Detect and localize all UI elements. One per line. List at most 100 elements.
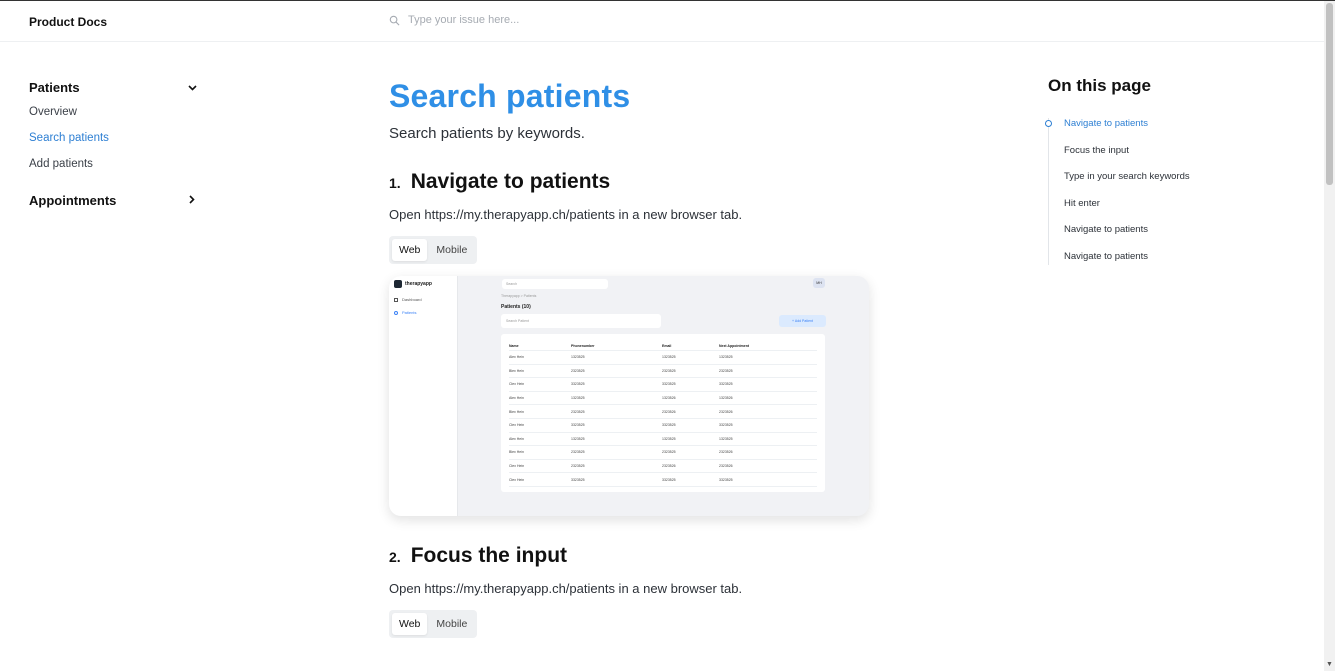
mock-table-cell: 2323525 <box>571 464 585 469</box>
mock-table-cell: 2323526 <box>662 464 676 469</box>
sidebar-section-patients[interactable]: Patients <box>29 80 199 95</box>
mock-table-row: Clex Hein 3323525 3323525 3323525 <box>509 378 817 392</box>
mock-table-row: Alex Hein 1323525 1323526 1323526 <box>509 392 817 406</box>
mock-table-cell: 1323525 <box>719 355 733 360</box>
platform-tabs: Web Mobile <box>389 610 478 638</box>
mock-search-patient: Search Patient <box>501 314 661 328</box>
toc-item-navigate-to-patients[interactable]: Navigate to patients <box>1049 251 1248 265</box>
step-heading: 2. Focus the input <box>389 544 869 568</box>
docs-sidebar: Patients Overview Search patients Add pa… <box>29 80 199 208</box>
mock-table-cell: 3323525 <box>719 423 733 428</box>
mock-table-cell: 3323525 <box>719 477 733 482</box>
table-of-contents: On this page Navigate to patients Focus … <box>1045 76 1248 265</box>
toc-item-label[interactable]: Navigate to patients <box>1064 224 1148 235</box>
step-heading: 1. Navigate to patients <box>389 170 869 194</box>
toc-item-type-keywords[interactable]: Type in your search keywords <box>1049 171 1248 198</box>
mock-col-header: Email <box>662 343 672 348</box>
toc-item-navigate-to-patients[interactable]: Navigate to patients <box>1045 118 1248 145</box>
scrollbar-thumb[interactable] <box>1326 3 1333 185</box>
mock-table-cell: 2323526 <box>662 409 676 414</box>
toc-item-label[interactable]: Hit enter <box>1064 198 1100 209</box>
search-bar[interactable]: Type your issue here... <box>389 14 519 26</box>
mock-nav-label: Patients <box>402 310 417 315</box>
toc-list: Navigate to patients Focus the input Typ… <box>1045 118 1248 265</box>
mock-table-cell: 1323525 <box>571 436 585 441</box>
mock-heading: Patients (10) <box>501 304 531 310</box>
app-screenshot: therapyapp Dashboard Patients Search MH … <box>389 276 869 516</box>
scroll-down-arrow-icon[interactable]: ▼ <box>1326 661 1333 668</box>
sidebar-item-overview[interactable]: Overview <box>29 106 199 121</box>
mock-table-row: Clex Hein 2323525 2323526 2323526 <box>509 460 817 474</box>
mock-table-cell: Alex Hein <box>509 396 524 401</box>
app-logo-icon <box>394 280 402 288</box>
sidebar-item-add-patients[interactable]: Add patients <box>29 158 199 173</box>
toc-item-label[interactable]: Navigate to patients <box>1064 118 1148 129</box>
mock-table-cell: 1323525 <box>662 436 676 441</box>
mock-table-cell: Blex Hein <box>509 368 524 373</box>
mock-table-cell: 2323526 <box>719 464 733 469</box>
mock-table-row: Blex Hein 2323525 2323525 2323526 <box>509 446 817 460</box>
step-1: 1. Navigate to patients Open https://my.… <box>389 170 869 516</box>
mock-table-cell: 2323525 <box>719 368 733 373</box>
toc-item-hit-enter[interactable]: Hit enter <box>1049 198 1248 225</box>
step-text: Open https://my.therapyapp.ch/patients i… <box>389 207 743 222</box>
mock-table-cell: 3323525 <box>662 477 676 482</box>
step-2: 2. Focus the input Open https://my.thera… <box>389 544 869 638</box>
toc-title: On this page <box>1048 76 1151 95</box>
dashboard-icon <box>394 297 398 302</box>
toc-item-navigate-to-patients[interactable]: Navigate to patients <box>1049 224 1248 251</box>
tab-mobile[interactable]: Mobile <box>429 613 474 635</box>
mock-nav-patients: Patients <box>394 310 416 315</box>
mock-table-cell: 1323526 <box>662 396 676 401</box>
toc-item-label[interactable]: Navigate to patients <box>1064 251 1148 262</box>
step-title: Focus the input <box>410 544 568 567</box>
mock-table-cell: 3323525 <box>571 477 585 482</box>
mock-table-body: Alex Hein 1323525 1323525 1323525 Blex Hein 2… <box>509 351 817 487</box>
tab-web[interactable]: Web <box>392 239 428 261</box>
mock-table-cell: 2323525 <box>662 368 676 373</box>
mock-table-cell: 1323525 <box>662 355 676 360</box>
mock-table-cell: 1323525 <box>719 436 733 441</box>
page-scrollbar[interactable]: ▼ <box>1324 1 1335 671</box>
chevron-down-icon <box>185 82 199 94</box>
brand-logo[interactable]: Product Docs <box>29 15 107 29</box>
mock-sidebar: therapyapp Dashboard Patients <box>389 276 458 516</box>
sidebar-section-appointments[interactable]: Appointments <box>29 193 199 208</box>
toc-item-label[interactable]: Type in your search keywords <box>1064 171 1190 182</box>
mock-table-header: Name Phonenumber Email Next Appointment <box>509 341 817 351</box>
mock-table-cell: Clex Hein <box>509 477 525 482</box>
tab-web[interactable]: Web <box>392 613 428 635</box>
step-number: 2. <box>389 549 401 565</box>
page-title: Search patients <box>389 78 631 114</box>
mock-table-cell: 3323525 <box>571 423 585 428</box>
mock-table-cell: 2323525 <box>571 409 585 414</box>
mock-table-cell: 3323525 <box>571 382 585 387</box>
mock-table-cell: 2323525 <box>662 450 676 455</box>
mock-table-cell: 3323525 <box>719 382 733 387</box>
mock-table-cell: 2323525 <box>571 450 585 455</box>
step-number: 1. <box>389 175 401 191</box>
search-placeholder[interactable]: Type your issue here... <box>408 14 519 26</box>
step-text: Open https://my.therapyapp.ch/patients i… <box>389 581 743 596</box>
mock-table-cell: 1323525 <box>571 396 585 401</box>
chevron-right-icon <box>185 194 199 207</box>
toc-item-label[interactable]: Focus the input <box>1064 145 1129 156</box>
user-icon <box>394 310 398 315</box>
mock-col-header: Phonenumber <box>571 343 595 348</box>
tab-mobile[interactable]: Mobile <box>429 239 474 261</box>
mock-table-cell: 1323526 <box>719 396 733 401</box>
sidebar-item-search-patients[interactable]: Search patients <box>29 132 199 147</box>
mock-nav-dashboard: Dashboard <box>394 297 422 302</box>
toc-item-focus-the-input[interactable]: Focus the input <box>1049 145 1248 172</box>
mock-table-cell: 2323526 <box>719 450 733 455</box>
sidebar-section-label: Patients <box>29 80 80 95</box>
mock-table-row: Blex Hein 2323525 2323525 2323525 <box>509 365 817 379</box>
top-bar: Product Docs Type your issue here... <box>0 1 1324 42</box>
mock-table-cell: 3323525 <box>662 382 676 387</box>
main-content: Search patients Search patients by keywo… <box>389 78 869 638</box>
mock-breadcrumb: Therapyapp > Patients <box>501 294 537 298</box>
mock-table-cell: Blex Hein <box>509 450 524 455</box>
mock-add-patient-button: + Add Patient <box>779 315 826 327</box>
mock-table-cell: Clex Hein <box>509 464 525 469</box>
mock-table-cell: 2323525 <box>571 368 585 373</box>
